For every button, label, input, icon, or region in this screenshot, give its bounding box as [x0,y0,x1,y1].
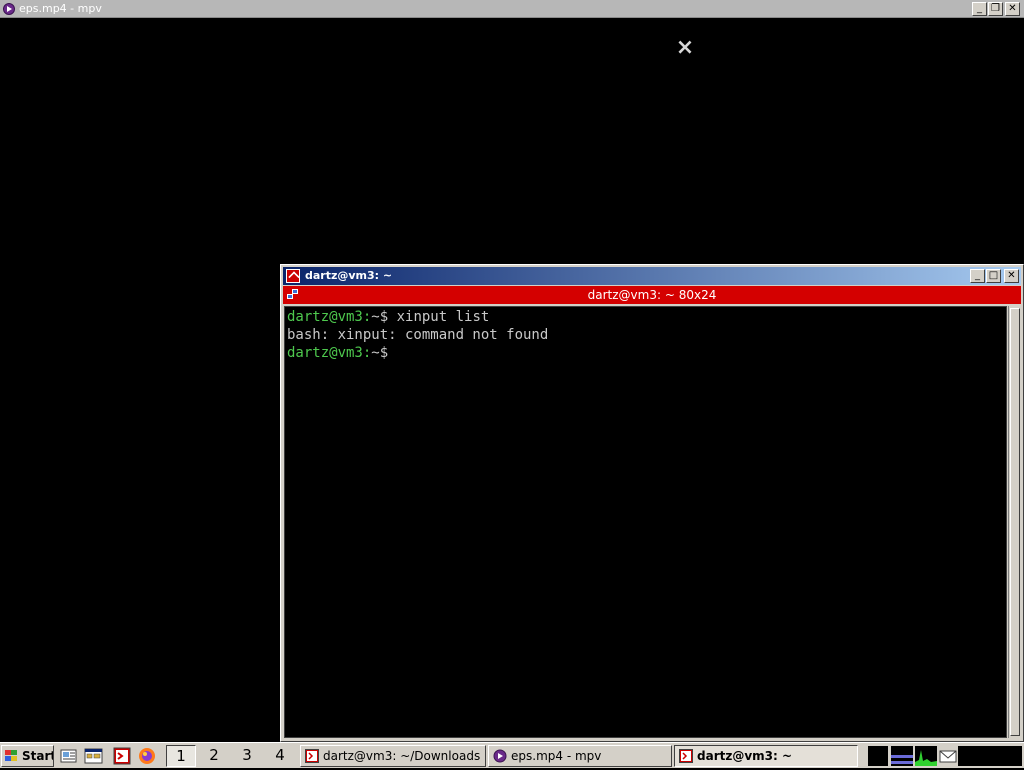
terminal-close-button[interactable]: ✕ [1004,269,1019,283]
clock-area[interactable] [958,746,1022,766]
terminal-line: dartz@vm3:~$ xinput list [287,308,1004,326]
firefox-icon[interactable] [137,747,157,765]
task-terminal-downloads[interactable]: dartz@vm3: ~/Downloads [300,745,486,767]
terminal-maximize-button[interactable]: □ [986,269,1001,283]
mpv-window-title: eps.mp4 - mpv [19,2,102,15]
workspace-4[interactable]: 4 [265,745,295,767]
mpv-close-button[interactable]: ✕ [1005,2,1020,16]
start-label: Start [22,749,54,763]
terminal-icon [286,269,300,283]
mpv-minimize-button[interactable]: _ [972,2,987,16]
terminal-scrollbar[interactable] [1008,306,1021,738]
terminal-header: dartz@vm3: ~ 80x24 [283,286,1021,304]
task-label: dartz@vm3: ~ [697,749,793,763]
terminal-line-text: ~$ xinput list [371,309,490,325]
start-button[interactable]: Start [1,745,54,767]
terminal-window[interactable]: dartz@vm3: ~ _ □ ✕ dartz@vm3: ~ 80x24 da… [280,264,1024,742]
mpv-restore-button[interactable]: ❐ [988,2,1003,16]
terminal-line: dartz@vm3:~$ [287,344,1004,362]
desktop-icon[interactable] [59,747,79,765]
file-manager-icon[interactable] [84,747,104,765]
terminal-header-title: dartz@vm3: ~ 80x24 [587,288,717,302]
terminal-line-text: bash: xinput: command not found [287,327,549,343]
terminal-titlebar[interactable]: dartz@vm3: ~ _ □ ✕ [283,267,1021,285]
mail-icon[interactable] [939,746,957,766]
workspace-2[interactable]: 2 [199,745,229,767]
task-terminal-home[interactable]: dartz@vm3: ~ [674,745,858,767]
mpv-titlebar[interactable]: eps.mp4 - mpv _ ❐ ✕ [0,0,1024,18]
task-label: eps.mp4 - mpv [511,749,602,763]
scrollbar-thumb[interactable] [1010,308,1020,736]
terminal-line: bash: xinput: command not found [287,326,1004,344]
cpu-graph-icon[interactable] [891,746,913,766]
terminal-minimize-button[interactable]: _ [970,269,985,283]
workspace-1[interactable]: 1 [166,745,196,767]
network-graph-icon[interactable] [915,746,937,766]
prompt-user-host: dartz@vm3: [287,309,372,325]
start-logo-icon [5,750,18,762]
task-label: dartz@vm3: ~/Downloads [323,749,481,763]
mpv-icon [3,3,15,15]
terminal-icon [679,749,693,763]
mpv-icon [493,749,507,763]
terminal-launcher-icon[interactable] [112,747,132,765]
task-mpv[interactable]: eps.mp4 - mpv [488,745,672,767]
taskbar: Start 1 2 3 4 dartz@vm3: ~/Downloads eps… [0,742,1024,768]
terminal-line-text: ~$ [371,345,389,361]
terminal-window-title: dartz@vm3: ~ [305,269,393,282]
prompt-user-host: dartz@vm3: [287,345,372,361]
workspace-3[interactable]: 3 [232,745,262,767]
terminal-output[interactable]: dartz@vm3:~$ xinput list bash: xinput: c… [284,306,1007,738]
video-watermark-icon: ⨯ [675,35,695,60]
terminal-icon [305,749,319,763]
monitor-icon[interactable] [868,746,888,766]
